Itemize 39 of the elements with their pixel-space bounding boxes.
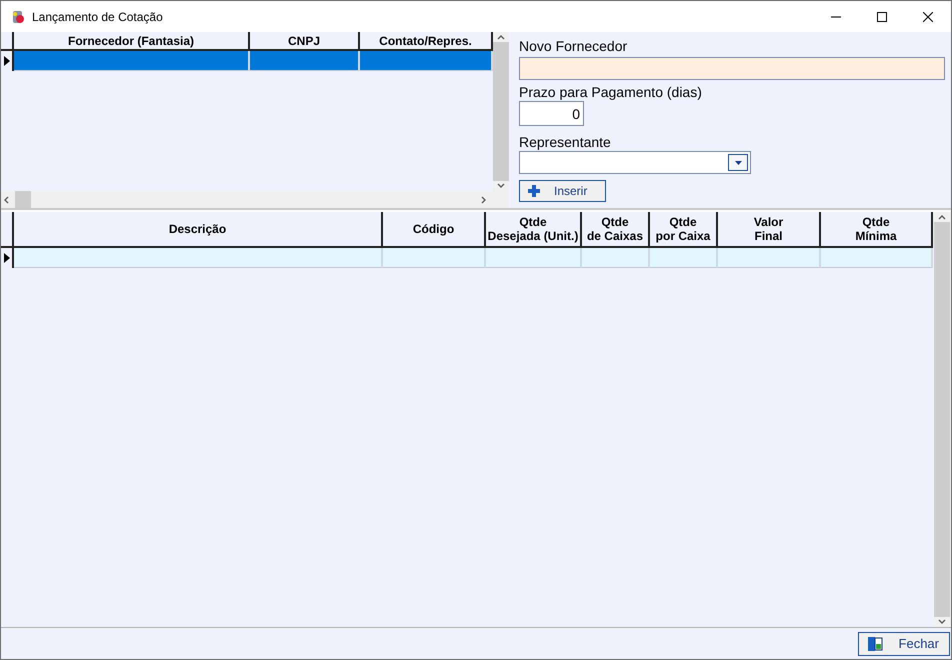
table-cell[interactable]: [582, 248, 650, 268]
column-header[interactable]: Qtde por Caixa: [650, 212, 718, 248]
input-field[interactable]: 0: [519, 101, 584, 126]
caret-icon: [734, 160, 742, 164]
horizontal-scrollbar[interactable]: [1, 191, 509, 208]
column-header[interactable]: CNPJ: [250, 32, 360, 51]
app-icon: [10, 8, 26, 24]
table-cell[interactable]: [360, 51, 493, 71]
close-button[interactable]: Fechar: [858, 632, 950, 656]
column-header[interactable]: Qtde Mínima: [821, 212, 933, 248]
column-header[interactable]: Valor Final: [718, 212, 821, 248]
input-field[interactable]: [519, 57, 945, 80]
maximize-icon: [877, 12, 887, 22]
column-header[interactable]: Qtde de Caixas: [582, 212, 650, 248]
scrollbar-thumb[interactable]: [15, 191, 31, 208]
table-cell[interactable]: [486, 248, 582, 268]
dropdown-field[interactable]: [519, 151, 751, 174]
column-header[interactable]: Contato/Repres.: [360, 32, 493, 51]
table-cell[interactable]: [14, 51, 250, 71]
table-cell[interactable]: [14, 248, 383, 268]
table-cell[interactable]: [650, 248, 718, 268]
table-cell[interactable]: [383, 248, 486, 268]
column-header[interactable]: Fornecedor (Fantasia): [14, 32, 250, 51]
table-cell[interactable]: [250, 51, 360, 71]
plus-icon: [528, 185, 540, 197]
field-label: Novo Fornecedor: [519, 38, 628, 54]
column-header[interactable]: Qtde Desejada (Unit.): [486, 212, 582, 248]
field-label: Prazo para Pagamento (dias): [519, 84, 703, 100]
window-title: Lançamento de Cotação: [32, 10, 164, 24]
current-row-icon: [4, 56, 10, 66]
field-label: Representante: [519, 134, 612, 150]
column-header[interactable]: Código: [383, 212, 486, 248]
table-cell[interactable]: [821, 248, 933, 268]
current-row-icon: [4, 253, 10, 263]
door-icon: [866, 636, 883, 652]
close-icon: [923, 12, 933, 22]
column-header[interactable]: Descrição: [14, 212, 383, 248]
insert-button[interactable]: Inserir: [519, 180, 606, 202]
table-cell[interactable]: [718, 248, 821, 268]
